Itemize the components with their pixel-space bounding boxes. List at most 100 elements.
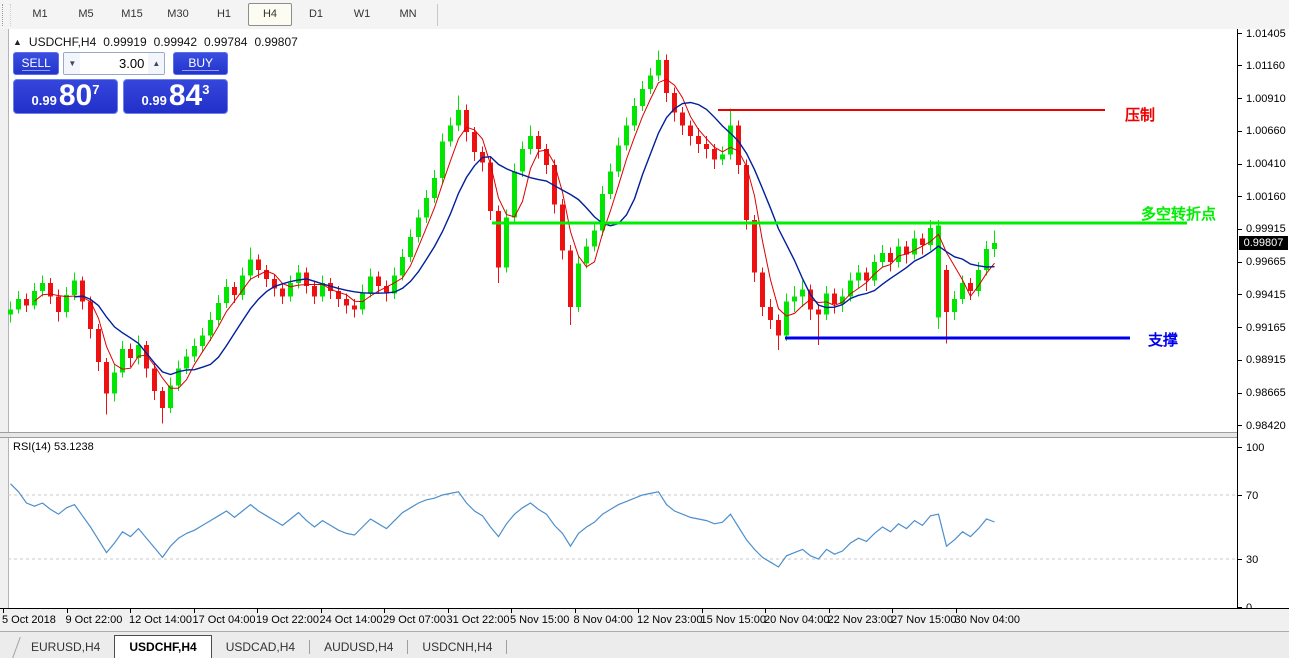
- chart-tab-bar: EURUSD,H4USDCHF,H4USDCAD,H4AUDUSD,H4USDC…: [0, 631, 1289, 658]
- support-label: 支撑: [1148, 329, 1178, 350]
- time-axis-tick: [67, 609, 68, 613]
- time-axis-label: 5 Nov 15:00: [510, 614, 569, 626]
- volume-increase-button[interactable]: ▲: [148, 53, 164, 74]
- time-axis-label: 31 Oct 22:00: [447, 614, 510, 626]
- candle-body-up: [520, 149, 525, 171]
- time-axis-tick: [575, 609, 576, 613]
- candle-body-down: [968, 283, 973, 291]
- candle-body-up: [224, 287, 229, 303]
- rsi-canvas[interactable]: [8, 437, 1237, 608]
- timeframe-button-h4[interactable]: H4: [248, 3, 292, 26]
- candle-body-up: [416, 218, 421, 238]
- price-axis-label: 0.98665: [1246, 387, 1286, 399]
- chart-tab-audusd[interactable]: AUDUSD,H4: [310, 637, 407, 658]
- candle-body-up: [728, 126, 733, 155]
- candle-body-down: [752, 220, 757, 273]
- volume-input[interactable]: [80, 53, 148, 74]
- sell-price-box[interactable]: 0.99 80 7: [13, 79, 118, 114]
- collapse-panel-icon[interactable]: ▲: [13, 37, 22, 47]
- chart-tab-usdchf[interactable]: USDCHF,H4: [114, 635, 211, 658]
- candle-body-down: [56, 296, 61, 312]
- timeframe-button-m30[interactable]: M30: [156, 3, 200, 26]
- timeframe-button-m5[interactable]: M5: [64, 3, 108, 26]
- candle-body-up: [616, 145, 621, 171]
- candle-body-down: [920, 239, 925, 246]
- candle-body-down: [832, 294, 837, 305]
- candle-body-up: [456, 110, 461, 126]
- time-axis-tick: [130, 609, 131, 613]
- candle-body-up: [448, 126, 453, 142]
- chevron-up-icon: ▲: [152, 59, 160, 68]
- time-axis-tick: [829, 609, 830, 613]
- sell-button[interactable]: SELL: [13, 52, 59, 75]
- price-axis-tick: [1238, 33, 1242, 34]
- chart-tab-usdcad[interactable]: USDCAD,H4: [212, 637, 309, 658]
- candle-body-down: [464, 110, 469, 132]
- candle-body-up: [608, 172, 613, 194]
- sell-button-label: SELL: [21, 56, 50, 70]
- candle-body-up: [192, 346, 197, 357]
- time-axis-label: 15 Nov 15:00: [701, 614, 766, 626]
- buy-price-base: 0.99: [142, 93, 167, 108]
- price-axis-label: 0.98420: [1246, 420, 1286, 432]
- price-axis-label: 0.98915: [1246, 354, 1286, 366]
- chart-tab-usdcnh[interactable]: USDCNH,H4: [408, 637, 506, 658]
- candle-body-up: [800, 290, 805, 297]
- candle-body-down: [544, 149, 549, 165]
- price-axis-label: 1.01405: [1246, 28, 1286, 40]
- time-axis-tick: [892, 609, 893, 613]
- sell-price-base: 0.99: [32, 93, 57, 108]
- price-axis[interactable]: 1.014051.011601.009101.006601.004101.001…: [1237, 29, 1289, 608]
- candle-body-up: [784, 302, 789, 336]
- one-click-price-boxes: 0.99 80 7 0.99 84 3: [13, 79, 228, 114]
- candle-body-up: [584, 246, 589, 263]
- candle-body-up: [40, 283, 45, 291]
- candle-body-down: [352, 305, 357, 309]
- volume-decrease-button[interactable]: ▼: [64, 53, 80, 74]
- candle-body-down: [864, 273, 869, 281]
- rsi-axis-tick: [1238, 559, 1242, 560]
- price-axis-tick: [1238, 65, 1242, 66]
- toolbar-drag-handle[interactable]: [2, 4, 11, 26]
- candle-body-down: [760, 273, 765, 307]
- candle-body-down: [536, 136, 541, 149]
- ma-fast-line: [35, 79, 995, 388]
- time-axis[interactable]: 5 Oct 20189 Oct 22:0012 Oct 14:0017 Oct …: [0, 608, 1289, 632]
- time-axis-label: 12 Nov 23:00: [637, 614, 702, 626]
- candle-body-up: [912, 239, 917, 255]
- candle-body-up: [408, 237, 413, 257]
- buy-button[interactable]: BUY: [173, 52, 228, 75]
- resistance-label: 压制: [1125, 104, 1155, 125]
- chart-tab-eurusd[interactable]: EURUSD,H4: [17, 637, 114, 658]
- timeframe-button-w1[interactable]: W1: [340, 3, 384, 26]
- price-axis-label: 0.99165: [1246, 322, 1286, 334]
- candle-body-down: [280, 288, 285, 296]
- timeframe-button-h1[interactable]: H1: [202, 3, 246, 26]
- candle-body-down: [704, 144, 709, 149]
- candle-body-down: [776, 320, 781, 336]
- buy-price-box[interactable]: 0.99 84 3: [123, 79, 228, 114]
- time-axis-tick: [638, 609, 639, 613]
- candle-body-up: [248, 260, 253, 276]
- timeframe-button-mn[interactable]: MN: [386, 3, 430, 26]
- candle-body-up: [656, 60, 661, 76]
- candle-body-up: [600, 194, 605, 231]
- timeframe-button-m15[interactable]: M15: [110, 3, 154, 26]
- window-left-edge: [0, 29, 8, 657]
- candle-body-up: [32, 291, 37, 305]
- price-axis-tick: [1238, 425, 1242, 426]
- timeframe-button-d1[interactable]: D1: [294, 3, 338, 26]
- candle-body-up: [992, 243, 997, 249]
- candle-body-down: [560, 204, 565, 250]
- timeframe-button-m1[interactable]: M1: [18, 3, 62, 26]
- buy-price-pip: 3: [202, 82, 209, 97]
- candle-body-down: [312, 286, 317, 297]
- rsi-axis-tick: [1238, 495, 1242, 496]
- time-axis-label: 27 Nov 15:00: [891, 614, 956, 626]
- time-axis-label: 29 Oct 07:00: [383, 614, 446, 626]
- rsi-axis-tick: [1238, 447, 1242, 448]
- time-axis-tick: [3, 609, 4, 613]
- candle-body-down: [680, 112, 685, 125]
- rsi-line: [11, 484, 995, 567]
- rsi-axis-label: 30: [1246, 554, 1258, 566]
